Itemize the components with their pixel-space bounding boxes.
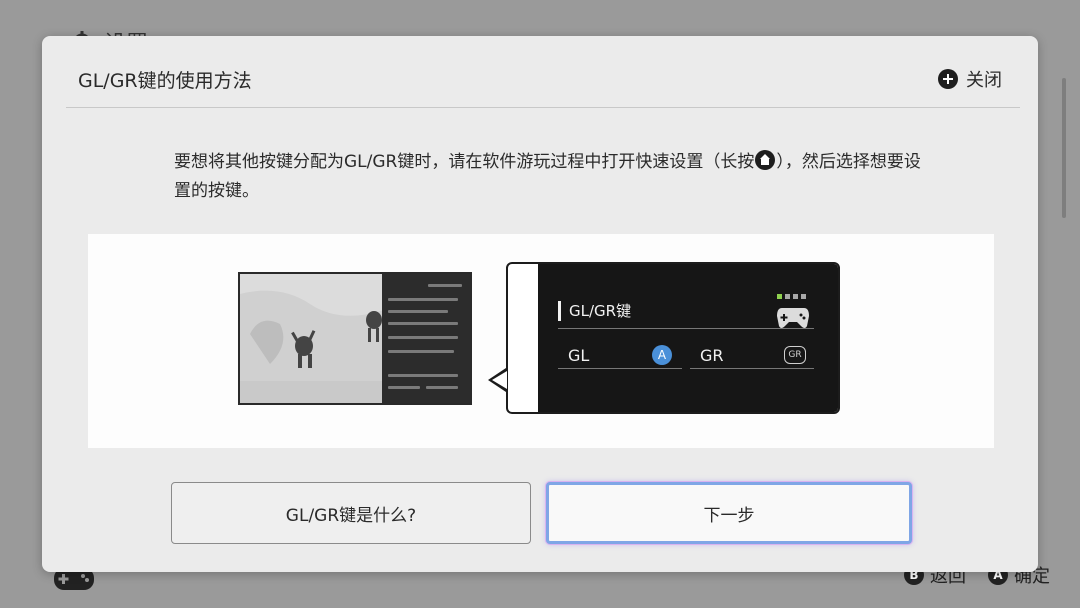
- dialog-header: GL/GR键的使用方法 关闭: [66, 36, 1020, 108]
- callout-body: GL/GR键 GL A GR GR: [506, 262, 840, 414]
- instruction-part-1: 要想将其他按键分配为GL/GR键时，请在软件游玩过程中打开快速设置（长按: [174, 152, 755, 172]
- close-label: 关闭: [966, 70, 1002, 91]
- illustration-panel: GL/GR键 GL A GR GR: [88, 234, 994, 448]
- gl-item[interactable]: GL A: [568, 340, 672, 370]
- game-floor: [240, 381, 384, 403]
- gr-button-icon: GR: [784, 346, 806, 364]
- gr-item[interactable]: GR GR: [700, 340, 806, 370]
- player-indicator: [777, 294, 806, 299]
- item-divider: [558, 368, 682, 369]
- instruction-text: 要想将其他按键分配为GL/GR键时，请在软件游玩过程中打开快速设置（长按 ），然后…: [174, 148, 934, 206]
- callout-tail-inner: [492, 371, 507, 389]
- next-step-button[interactable]: 下一步: [546, 482, 912, 544]
- quick-settings-illustration: [382, 274, 470, 403]
- section-marker: [558, 300, 561, 321]
- game-screen-illustration: [238, 272, 472, 405]
- what-is-gl-gr-button[interactable]: GL/GR键是什么?: [171, 482, 531, 544]
- quick-settings-callout: GL/GR键 GL A GR GR: [488, 262, 840, 414]
- gr-label: GR: [700, 345, 724, 365]
- gl-gr-help-dialog: GL/GR键的使用方法 关闭 要想将其他按键分配为GL/GR键时，请在软件游玩过…: [42, 36, 1038, 572]
- close-button[interactable]: 关闭: [938, 66, 1002, 92]
- scrollbar[interactable]: [1062, 78, 1066, 218]
- section-title: GL/GR键: [569, 302, 632, 320]
- section-divider: [558, 328, 814, 329]
- a-button-icon: A: [652, 345, 672, 365]
- dialog-title: GL/GR键的使用方法: [78, 70, 252, 92]
- game-scene: [240, 274, 384, 403]
- callout-dark-area: GL/GR键 GL A GR GR: [538, 264, 838, 412]
- home-button-icon: [755, 150, 776, 170]
- item-divider: [690, 368, 814, 369]
- gl-label: GL: [568, 345, 590, 365]
- plus-circle-icon: [938, 69, 958, 89]
- gl-gr-section-header: GL/GR键: [558, 300, 631, 321]
